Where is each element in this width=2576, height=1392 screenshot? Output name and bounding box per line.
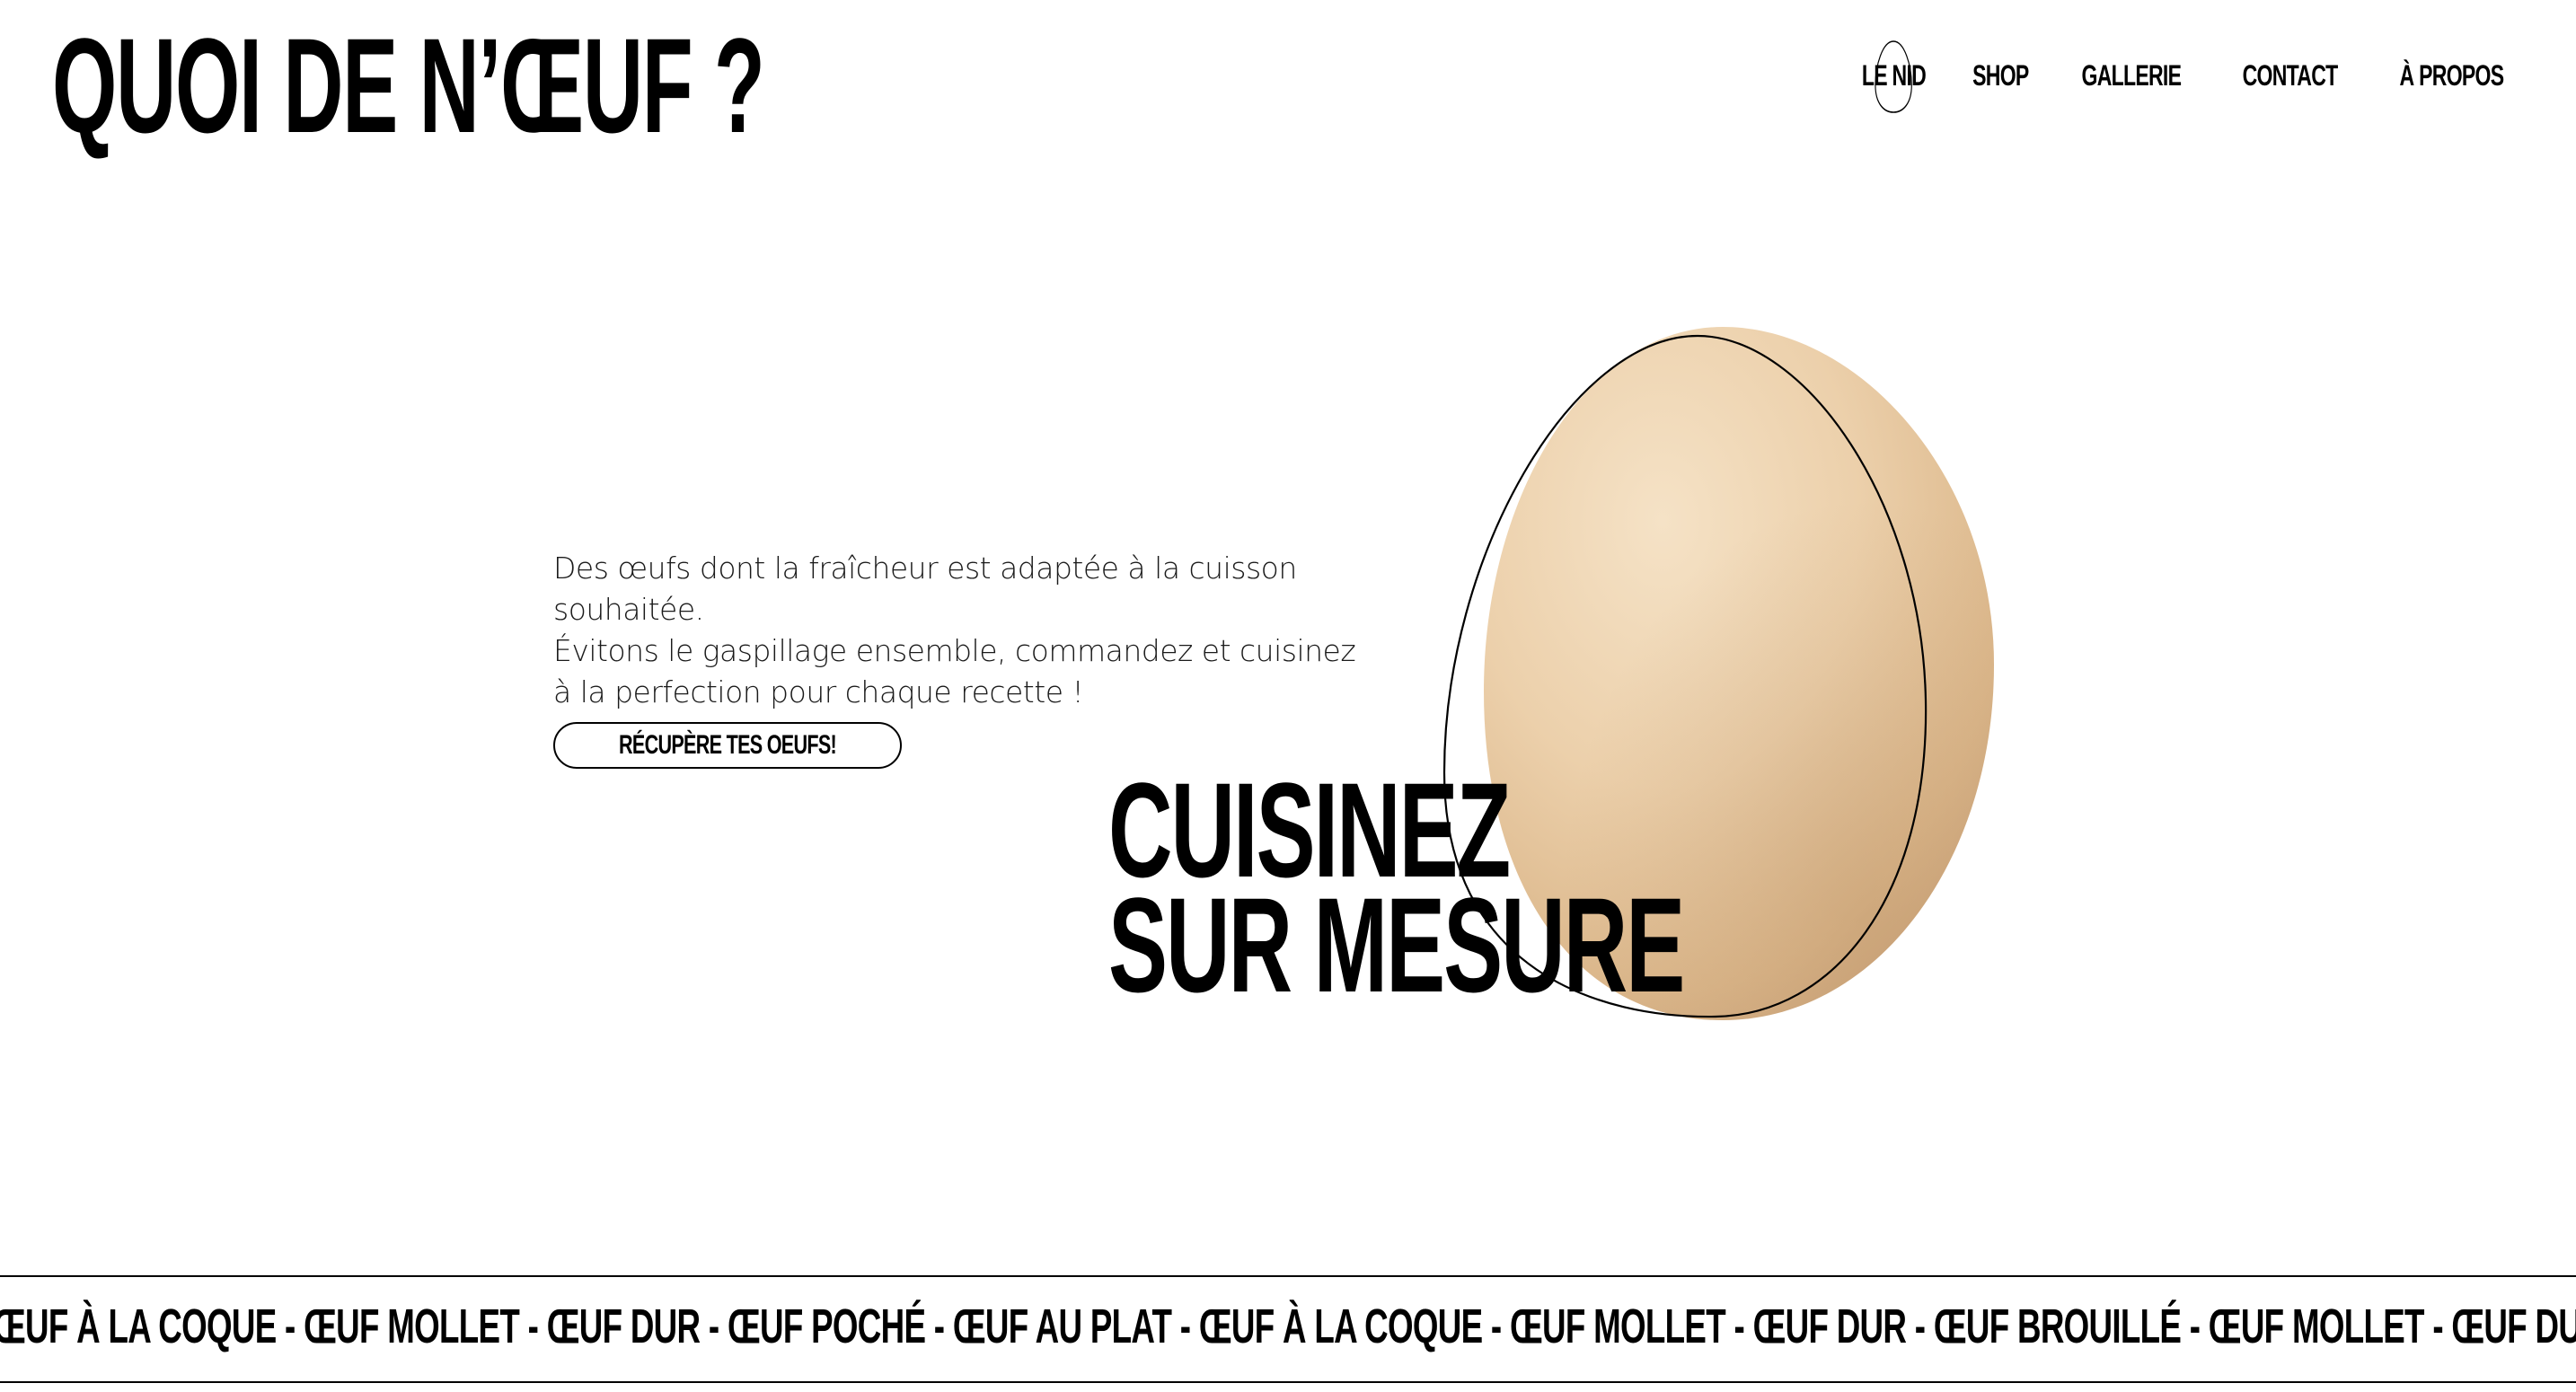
marquee-text: ŒUF À LA COQUE - ŒUF MOLLET - ŒUF DUR - … bbox=[0, 1299, 2576, 1353]
site-logo[interactable]: QUOI DE N’ŒUF ? bbox=[52, 18, 765, 153]
cta-label: RÉCUPÈRE TES OEUFS! bbox=[619, 730, 837, 760]
nav-label: GALLERIE bbox=[2081, 59, 2182, 92]
hero-headline: CUISINEZ SUR MESURE bbox=[1108, 762, 1685, 1020]
nav-label: SHOP bbox=[1972, 59, 2029, 92]
nav-label: LE NID bbox=[1861, 59, 1927, 92]
hero-intro: Des œufs dont la fraîcheur est adaptée à… bbox=[553, 548, 1398, 713]
recupere-oeufs-button[interactable]: RÉCUPÈRE TES OEUFS! bbox=[553, 722, 903, 769]
nav-item-le-nid[interactable]: LE NID bbox=[1861, 40, 1927, 113]
main-nav: LE NID SHOP GALLERIE CONTACT À PROPOS bbox=[1858, 40, 2515, 113]
nav-label: CONTACT bbox=[2242, 59, 2339, 92]
intro-line: à la perfection pour chaque recette ! bbox=[553, 674, 1084, 709]
nav-item-a-propos[interactable]: À PROPOS bbox=[2399, 59, 2505, 93]
nav-item-gallerie[interactable]: GALLERIE bbox=[2082, 59, 2182, 93]
nav-label: À PROPOS bbox=[2399, 59, 2505, 92]
egg-types-marquee: ŒUF À LA COQUE - ŒUF MOLLET - ŒUF DUR - … bbox=[0, 1275, 2576, 1383]
nav-item-contact[interactable]: CONTACT bbox=[2242, 59, 2339, 93]
headline-line: SUR MESURE bbox=[1108, 869, 1685, 1020]
intro-line: Des œufs dont la fraîcheur est adaptée à… bbox=[553, 551, 1297, 627]
nav-item-shop[interactable]: SHOP bbox=[1972, 59, 2029, 93]
intro-line: Évitons le gaspillage ensemble, commande… bbox=[553, 633, 1356, 668]
